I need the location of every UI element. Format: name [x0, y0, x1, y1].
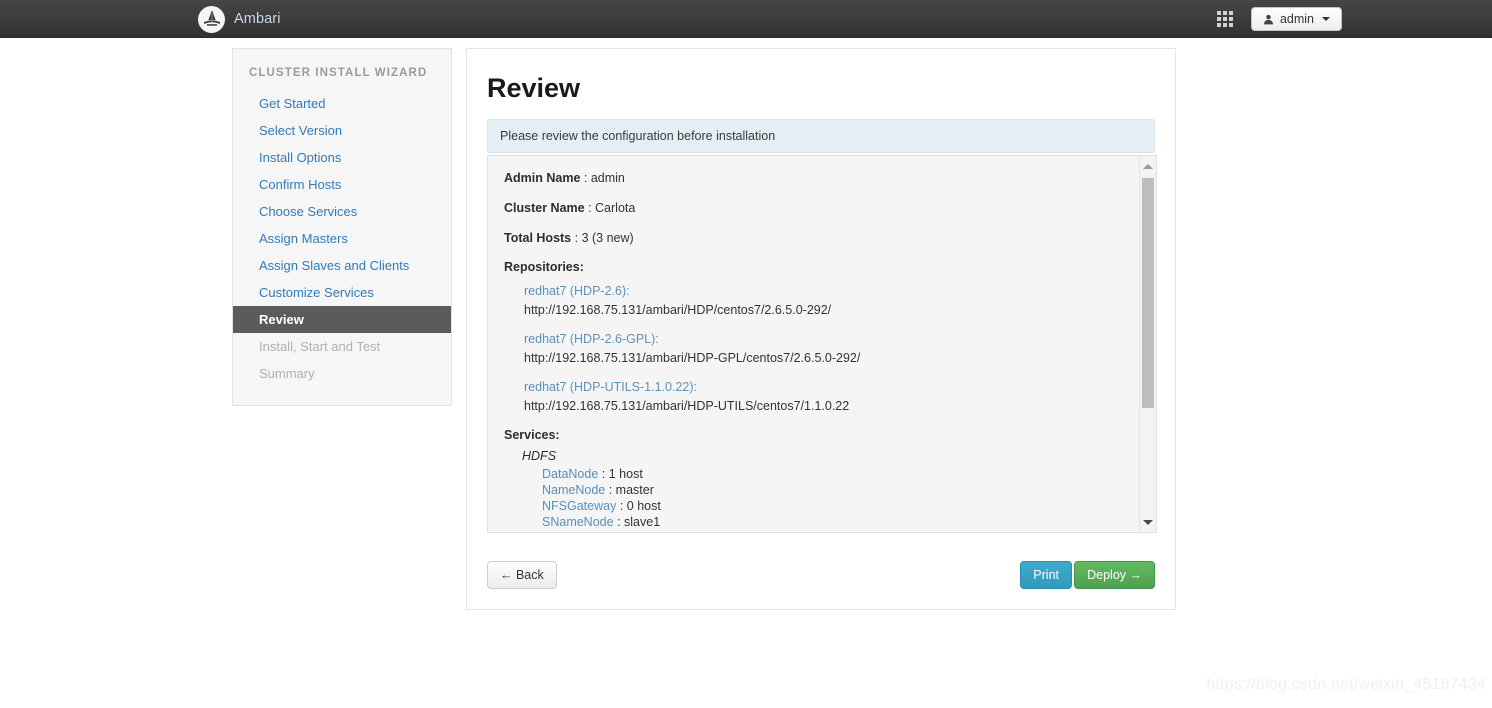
admin-name-label: Admin Name: [504, 171, 581, 185]
page-body: CLUSTER INSTALL WIZARD Get Started Selec…: [0, 38, 1492, 708]
review-details-content: Admin Name : admin Cluster Name : Carlot…: [488, 156, 1139, 532]
sidebar-item-review[interactable]: Review: [233, 306, 451, 333]
watermark-text: https://blog.csdn.net/weixin_45187434: [1206, 676, 1486, 693]
repository-url: http://192.168.75.131/ambari/HDP-UTILS/c…: [524, 399, 850, 413]
component-value: 1 host: [608, 467, 643, 481]
brand-label: Ambari: [234, 11, 281, 27]
admin-name-row: Admin Name : admin: [504, 170, 1139, 186]
user-icon: [1263, 14, 1273, 24]
sidebar-item-choose-services[interactable]: Choose Services: [233, 198, 451, 225]
cluster-name-value: Carlota: [595, 201, 636, 215]
sidebar-item-get-started[interactable]: Get Started: [233, 90, 451, 117]
sidebar-item-summary: Summary: [259, 366, 315, 381]
repository-name-link[interactable]: redhat7 (HDP-2.6):: [524, 282, 1139, 301]
repository-url: http://192.168.75.131/ambari/HDP-GPL/cen…: [524, 351, 861, 365]
component-separator: :: [619, 499, 627, 513]
admin-name-separator: :: [583, 171, 591, 185]
repository-item: redhat7 (HDP-2.6-GPL): http://192.168.75…: [524, 330, 1139, 368]
user-menu-label: admin: [1279, 12, 1314, 26]
navbar-right-group: admin: [1216, 0, 1342, 38]
repository-item: redhat7 (HDP-2.6): http://192.168.75.131…: [524, 282, 1139, 320]
service-component-row: SNameNode : slave1: [542, 514, 1139, 530]
total-hosts-row: Total Hosts : 3 (3 new): [504, 230, 1139, 246]
review-instruction-alert: Please review the configuration before i…: [487, 119, 1155, 153]
component-value: 0 host: [626, 499, 661, 513]
admin-name-value: admin: [590, 171, 625, 185]
component-separator: :: [608, 483, 616, 497]
deploy-button[interactable]: Deploy →: [1074, 561, 1155, 589]
component-value: master: [615, 483, 654, 497]
service-name-hbase: HBase: [522, 530, 1139, 532]
sidebar-item-install-start-and-test: Install, Start and Test: [259, 339, 381, 354]
ambari-logo-icon: [198, 5, 225, 33]
services-label: Services:: [504, 428, 560, 442]
repository-name-link[interactable]: redhat7 (HDP-UTILS-1.1.0.22):: [524, 378, 1139, 397]
sidebar-item-customize-services[interactable]: Customize Services: [233, 279, 451, 306]
cluster-name-label: Cluster Name: [504, 201, 585, 215]
review-details-box: Admin Name : admin Cluster Name : Carlot…: [487, 155, 1157, 533]
wizard-sidebar: CLUSTER INSTALL WIZARD Get Started Selec…: [232, 48, 452, 406]
component-name[interactable]: NameNode: [542, 483, 605, 497]
panel-footer: ← Back Print Deploy →: [487, 561, 1155, 589]
cluster-name-separator: :: [588, 201, 596, 215]
repositories-label: Repositories:: [504, 260, 584, 274]
component-name[interactable]: NFSGateway: [542, 499, 616, 513]
page-title: Review: [487, 73, 581, 103]
app-grid-icon[interactable]: [1216, 11, 1233, 27]
scrollbar-thumb[interactable]: [1142, 178, 1154, 408]
cluster-name-row: Cluster Name : Carlota: [504, 200, 1139, 216]
service-component-row: DataNode : 1 host: [542, 466, 1139, 482]
sidebar-item-select-version[interactable]: Select Version: [233, 117, 451, 144]
sidebar-item-confirm-hosts[interactable]: Confirm Hosts: [233, 171, 451, 198]
component-name[interactable]: DataNode: [542, 467, 598, 481]
sidebar-title: CLUSTER INSTALL WIZARD: [249, 67, 428, 79]
caret-down-icon: [1322, 17, 1330, 21]
component-value: slave1: [624, 515, 661, 529]
service-component-row: NameNode : master: [542, 482, 1139, 498]
back-button[interactable]: ← Back: [487, 561, 557, 589]
component-separator: :: [617, 515, 625, 529]
component-name[interactable]: SNameNode: [542, 515, 614, 529]
total-hosts-value: 3 (3 new): [581, 231, 634, 245]
print-button[interactable]: Print: [1020, 561, 1072, 589]
user-menu-button[interactable]: admin: [1250, 7, 1342, 31]
repository-item: redhat7 (HDP-UTILS-1.1.0.22): http://192…: [524, 378, 1139, 416]
service-name-hdfs: HDFS: [522, 449, 557, 463]
review-panel: Review Please review the configuration b…: [466, 48, 1176, 610]
review-scrollbar[interactable]: [1139, 156, 1156, 532]
repository-url: http://192.168.75.131/ambari/HDP/centos7…: [524, 303, 832, 317]
component-separator: :: [601, 467, 609, 481]
scroll-down-arrow-icon[interactable]: [1140, 514, 1156, 530]
total-hosts-separator: :: [574, 231, 582, 245]
sidebar-item-assign-slaves-and-clients[interactable]: Assign Slaves and Clients: [233, 252, 451, 279]
service-component-row: NFSGateway : 0 host: [542, 498, 1139, 514]
sidebar-item-assign-masters[interactable]: Assign Masters: [233, 225, 451, 252]
scroll-up-arrow-icon[interactable]: [1140, 158, 1156, 174]
sidebar-item-install-options[interactable]: Install Options: [233, 144, 451, 171]
top-navbar: Ambari admin: [0, 0, 1492, 38]
brand-link[interactable]: Ambari: [198, 0, 281, 38]
total-hosts-label: Total Hosts: [504, 231, 572, 245]
repository-name-link[interactable]: redhat7 (HDP-2.6-GPL):: [524, 330, 1139, 349]
